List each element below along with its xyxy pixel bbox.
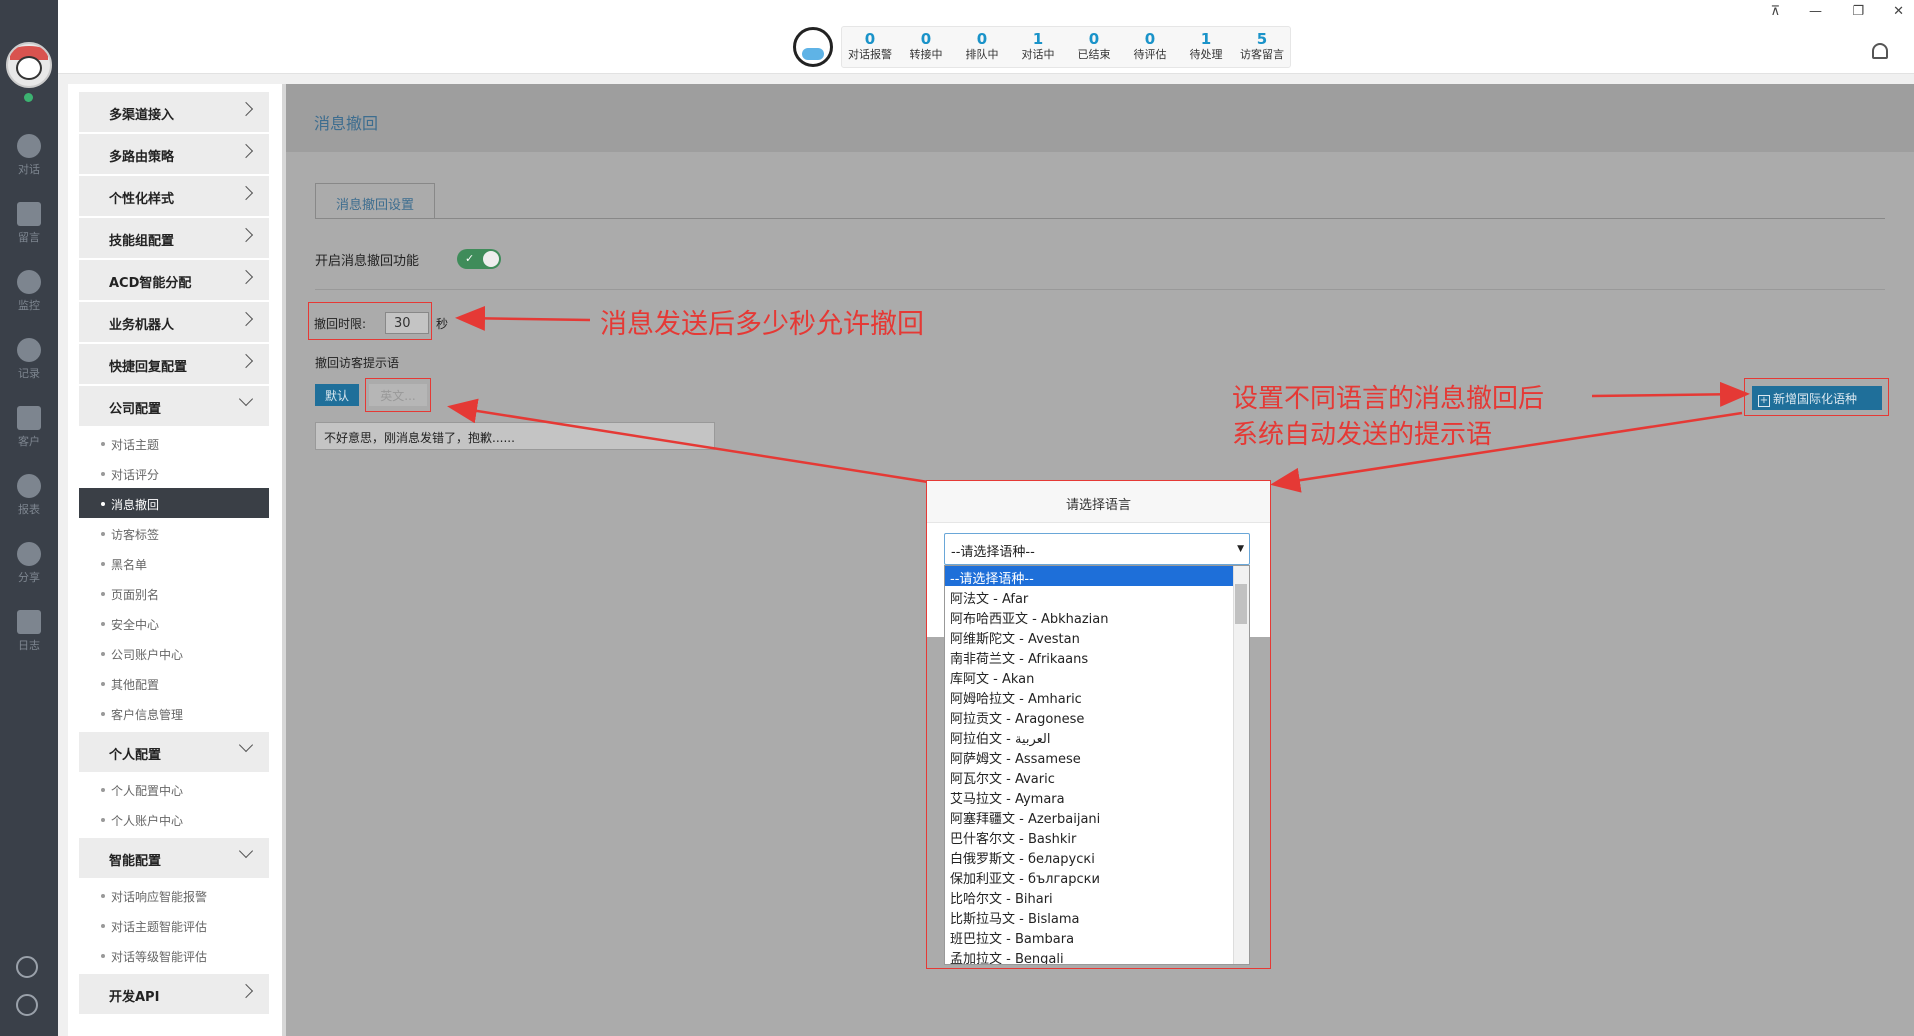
language-option[interactable]: 阿布哈西亚文 - Abkhazian bbox=[945, 606, 1249, 627]
annotation-time: 消息发送后多少秒允许撤回 bbox=[600, 309, 924, 340]
language-option[interactable]: 阿瓦尔文 - Avaric bbox=[945, 766, 1249, 787]
language-option[interactable]: 阿塞拜疆文 - Azerbaijani bbox=[945, 806, 1249, 827]
language-option[interactable]: 巴什客尔文 - Bashkir bbox=[945, 826, 1249, 847]
language-option[interactable]: 白俄罗斯文 - беларускі bbox=[945, 846, 1249, 867]
language-option[interactable]: 库阿文 - Akan bbox=[945, 666, 1249, 687]
language-select[interactable]: --请选择语种-- ▼ bbox=[944, 533, 1250, 565]
language-select-value: --请选择语种-- bbox=[951, 545, 1035, 560]
language-option[interactable]: 阿拉贡文 - Aragonese bbox=[945, 706, 1249, 727]
arrow-to-english bbox=[447, 398, 929, 484]
arrow-to-add-button bbox=[1591, 381, 1750, 407]
language-option[interactable]: 班巴拉文 - Bambara bbox=[945, 926, 1249, 947]
language-option[interactable]: --请选择语种-- bbox=[945, 566, 1249, 587]
language-option[interactable]: 阿萨姆文 - Assamese bbox=[945, 746, 1249, 767]
modal-title: 请选择语言 bbox=[927, 481, 1270, 523]
language-option[interactable]: 南非荷兰文 - Afrikaans bbox=[945, 646, 1249, 667]
language-option[interactable]: 艾马拉文 - Aymara bbox=[945, 786, 1249, 807]
language-dropdown[interactable]: --请选择语种-- 阿法文 - Afar 阿布哈西亚文 - Abkhazian 阿维斯… bbox=[944, 565, 1250, 965]
language-option[interactable]: 阿拉伯文 - العربية bbox=[945, 726, 1249, 747]
annotation-lang-1: 设置不同语言的消息撤回后 bbox=[1232, 384, 1545, 414]
scrollbar-thumb[interactable] bbox=[1235, 584, 1247, 624]
language-option[interactable]: 比斯拉马文 - Bislama bbox=[945, 906, 1249, 927]
language-option[interactable]: 阿维斯陀文 - Avestan bbox=[945, 626, 1249, 647]
language-option[interactable]: 阿法文 - Afar bbox=[945, 586, 1249, 607]
language-option[interactable]: 孟加拉文 - Bengali bbox=[945, 946, 1249, 964]
annotation-lang-2: 系统自动发送的提示语 bbox=[1232, 420, 1493, 450]
language-option[interactable]: 阿姆哈拉文 - Amharic bbox=[945, 686, 1249, 707]
language-option[interactable]: 保加利亚文 - български bbox=[945, 866, 1249, 887]
dropdown-scrollbar[interactable] bbox=[1233, 566, 1249, 964]
arrow-to-time bbox=[455, 305, 591, 331]
language-option[interactable]: 比哈尔文 - Bihari bbox=[945, 886, 1249, 907]
chevron-down-icon: ▼ bbox=[1237, 544, 1244, 554]
